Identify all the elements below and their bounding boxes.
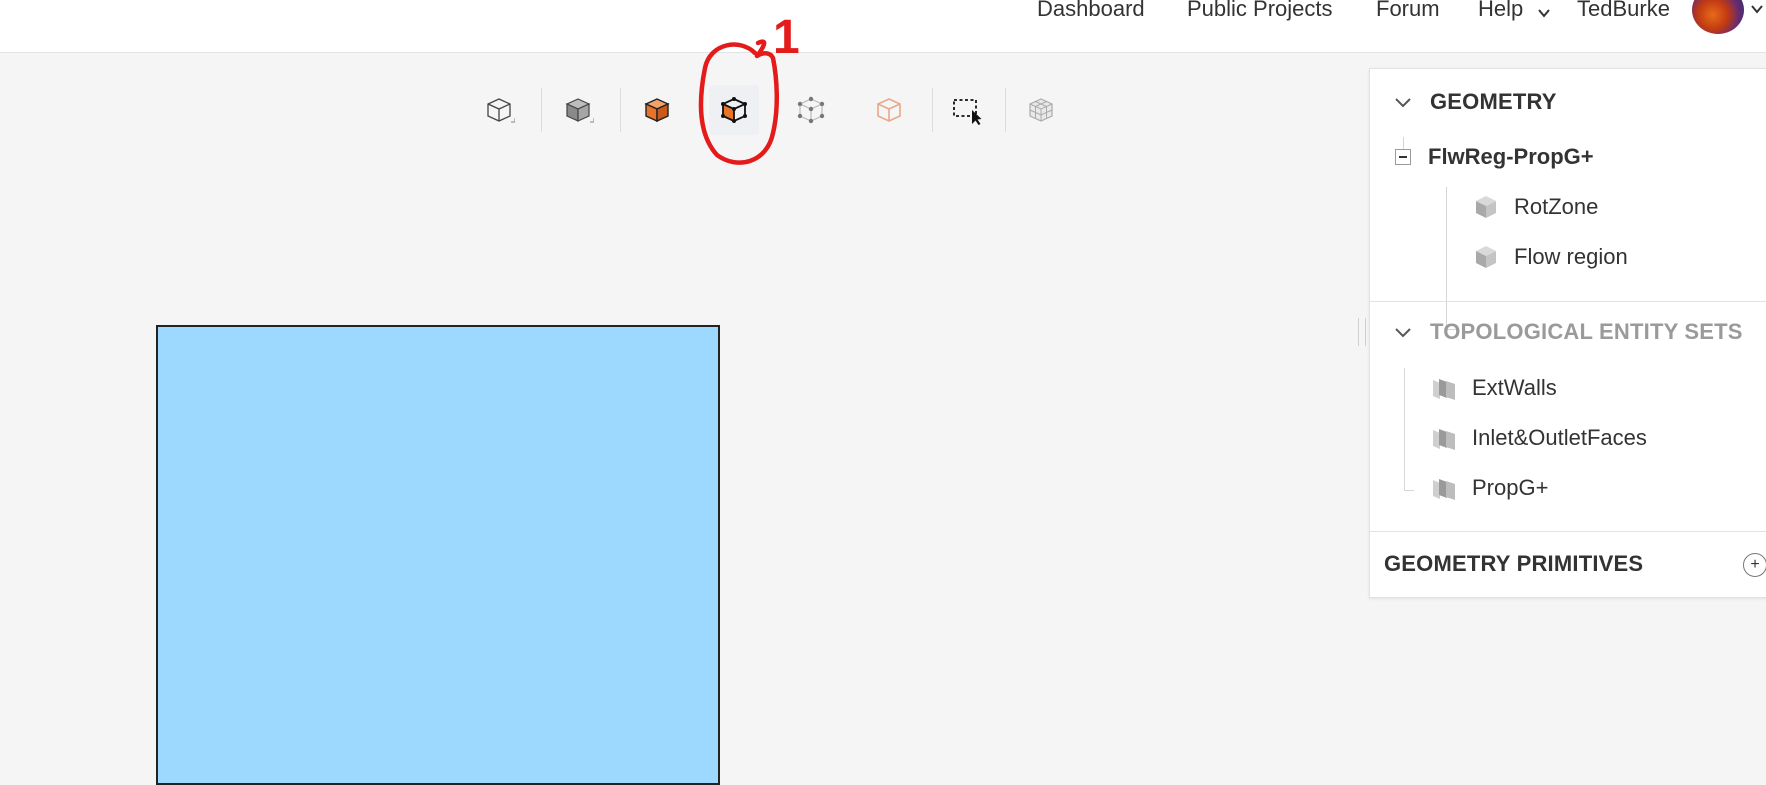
tree-item-rotzone[interactable]: RotZone bbox=[1472, 187, 1598, 227]
section-divider bbox=[1370, 301, 1766, 302]
tree-item-label: RotZone bbox=[1514, 194, 1599, 219]
tree-item-inlet-outlet[interactable]: Inlet&OutletFaces bbox=[1430, 418, 1647, 458]
chevron-down-icon[interactable] bbox=[1537, 6, 1551, 20]
top-nav-bar: Dashboard Public Projects Forum Help Ted… bbox=[0, 0, 1766, 53]
tree-item-label: Inlet&OutletFaces bbox=[1472, 425, 1647, 450]
tree-item-label: ExtWalls bbox=[1472, 375, 1557, 400]
tree-item-flwreg[interactable]: FlwReg-PropG+ bbox=[1428, 137, 1594, 177]
tree-item-label: Flow region bbox=[1514, 244, 1628, 269]
tree-connector bbox=[1403, 137, 1404, 149]
edge-select-icon[interactable] bbox=[709, 85, 759, 135]
panel-resize-handle[interactable] bbox=[1358, 318, 1366, 346]
volume-select-icon[interactable] bbox=[864, 85, 914, 135]
geometry-panel: GEOMETRY FlwReg-PropG+ RotZone Flow regi… bbox=[1369, 68, 1766, 598]
tree-item-flow-region[interactable]: Flow region bbox=[1472, 237, 1628, 277]
geometry-section-title: GEOMETRY bbox=[1430, 89, 1557, 114]
toolbar-divider bbox=[541, 88, 542, 132]
vertex-select-icon[interactable] bbox=[786, 85, 836, 135]
collapse-toggle[interactable] bbox=[1395, 149, 1411, 165]
toolbar-divider bbox=[932, 88, 933, 132]
topological-section-title: TOPOLOGICAL ENTITY SETS bbox=[1430, 319, 1743, 344]
box-select-icon[interactable] bbox=[942, 85, 992, 135]
face-set-icon bbox=[1433, 429, 1455, 450]
user-name[interactable]: TedBurke bbox=[1577, 0, 1670, 22]
nav-forum-link[interactable]: Forum bbox=[1376, 0, 1440, 22]
chevron-down-icon[interactable] bbox=[1750, 2, 1764, 16]
geometry-section-header[interactable]: GEOMETRY bbox=[1370, 82, 1557, 122]
section-divider bbox=[1370, 531, 1766, 532]
avatar[interactable] bbox=[1692, 0, 1744, 34]
tree-connector bbox=[1404, 490, 1414, 491]
cube-wireframe-select-icon[interactable] bbox=[474, 85, 524, 135]
face-set-icon bbox=[1433, 479, 1455, 500]
solid-body-icon bbox=[1476, 196, 1496, 218]
tree-connector bbox=[1404, 368, 1405, 490]
face-set-icon bbox=[1433, 379, 1455, 400]
tree-item-label: FlwReg-PropG+ bbox=[1428, 144, 1594, 169]
tree-connector bbox=[1446, 187, 1447, 329]
tree-item-label: PropG+ bbox=[1472, 475, 1549, 500]
tree-item-propg[interactable]: PropG+ bbox=[1430, 468, 1548, 508]
chevron-down-icon[interactable] bbox=[1392, 91, 1414, 113]
chevron-down-icon[interactable] bbox=[1392, 321, 1414, 343]
add-primitive-button[interactable]: + bbox=[1743, 553, 1766, 577]
primitives-section-title: GEOMETRY PRIMITIVES bbox=[1384, 551, 1644, 576]
topological-section-header[interactable]: TOPOLOGICAL ENTITY SETS bbox=[1370, 312, 1743, 352]
face-select-icon[interactable] bbox=[632, 85, 682, 135]
solid-body-icon bbox=[1476, 246, 1496, 268]
nav-help-menu[interactable]: Help bbox=[1478, 0, 1523, 22]
nav-dashboard-link[interactable]: Dashboard bbox=[1037, 0, 1145, 22]
geometry-face[interactable] bbox=[156, 325, 720, 785]
tree-item-extwalls[interactable]: ExtWalls bbox=[1430, 368, 1557, 408]
nav-public-projects-link[interactable]: Public Projects bbox=[1187, 0, 1333, 22]
toolbar-divider bbox=[620, 88, 621, 132]
cube-solid-select-icon[interactable] bbox=[553, 85, 603, 135]
mesh-select-icon[interactable] bbox=[1016, 85, 1066, 135]
primitives-section-header[interactable]: GEOMETRY PRIMITIVES bbox=[1384, 544, 1643, 584]
toolbar-divider bbox=[1005, 88, 1006, 132]
